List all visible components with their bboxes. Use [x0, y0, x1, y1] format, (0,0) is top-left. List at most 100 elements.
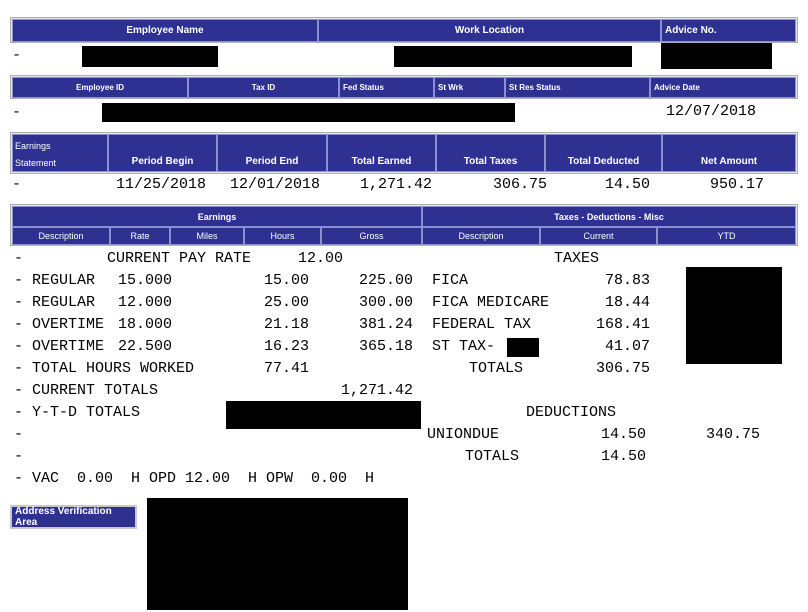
- section-earnings: Earnings: [12, 206, 422, 227]
- pay-rate-label: CURRENT PAY RATE: [107, 250, 252, 267]
- detail-dash: -: [14, 426, 24, 443]
- detail-dash: -: [14, 382, 24, 399]
- redacted-ytd-totals: [226, 401, 421, 429]
- statement-period-end: 12/01/2018: [230, 176, 321, 193]
- col-hours: Hours: [244, 227, 321, 245]
- earning-desc: REGULAR: [32, 272, 96, 289]
- earning-gross: 225.00: [358, 272, 413, 289]
- earning-rate: 22.500: [118, 338, 173, 355]
- deductions-heading: DEDUCTIONS: [526, 404, 617, 421]
- total-hours-label: TOTAL HOURS WORKED: [32, 360, 195, 377]
- earning-hours: 16.23: [263, 338, 309, 355]
- statement-total-taxes: 306.75: [492, 176, 547, 193]
- total-hours-value: 77.41: [263, 360, 309, 377]
- col-ytd: YTD: [657, 227, 796, 245]
- earning-desc: OVERTIME: [32, 338, 105, 355]
- col-net-amount: Net Amount: [662, 134, 796, 172]
- col-desc-right: Description: [422, 227, 540, 245]
- redacted-employee-id-row: [102, 103, 515, 122]
- col-period-begin: Period Begin: [108, 134, 217, 172]
- statement-total-earned: 1,271.42: [359, 176, 432, 193]
- tax-current: 18.44: [604, 294, 650, 311]
- deductions-totals-value: 14.50: [600, 448, 646, 465]
- statement-net-amount: 950.17: [709, 176, 764, 193]
- tax-current: 78.83: [604, 272, 650, 289]
- col-st-res-status: St Res Status: [505, 77, 650, 98]
- detail-dash: -: [14, 316, 24, 333]
- redacted-advice-no: [661, 43, 772, 69]
- net-amount-label: Net Amount: [700, 156, 758, 167]
- earning-hours: 25.00: [263, 294, 309, 311]
- deduction-current: 14.50: [600, 426, 646, 443]
- col-tax-id: Tax ID: [188, 77, 339, 98]
- detail-dash: -: [14, 250, 24, 267]
- deduction-desc: UNIONDUE: [427, 426, 500, 443]
- tax-current: 168.41: [595, 316, 650, 333]
- tax-desc: FEDERAL TAX: [432, 316, 532, 333]
- col-employee-name: Employee Name: [12, 19, 318, 42]
- detail-dash: -: [14, 470, 24, 487]
- tax-desc: FICA: [432, 272, 469, 289]
- earning-rate: 18.000: [118, 316, 173, 333]
- earning-desc: REGULAR: [32, 294, 96, 311]
- tax-desc: FICA MEDICARE: [432, 294, 550, 311]
- detail-dash: -: [14, 338, 24, 355]
- col-st-wrk: St Wrk: [434, 77, 505, 98]
- tax-desc: ST TAX-: [432, 338, 496, 355]
- earning-gross: 365.18: [358, 338, 413, 355]
- col-employee-id: Employee ID: [12, 77, 188, 98]
- earning-rate: 12.000: [118, 294, 173, 311]
- col-advice-date: Advice Date: [650, 77, 796, 98]
- col-earnings-statement: Earnings Statement: [12, 134, 108, 172]
- col-work-location: Work Location: [318, 19, 661, 42]
- total-taxes-label: Total Taxes: [463, 156, 518, 167]
- leave-balances: VAC 0.00 H OPD 12.00 H OPW 0.00 H: [32, 470, 375, 487]
- pay-rate-value: 12.00: [298, 250, 344, 267]
- redacted-employee-name: [82, 46, 218, 67]
- col-fed-status: Fed Status: [339, 77, 434, 98]
- redacted-address: [147, 498, 408, 610]
- col-current: Current: [540, 227, 657, 245]
- earning-rate: 15.000: [118, 272, 173, 289]
- row2-dash: -: [12, 104, 22, 121]
- total-earned-label: Total Earned: [351, 156, 412, 167]
- col-total-deducted: Total Deducted: [545, 134, 662, 172]
- tax-current: 41.07: [604, 338, 650, 355]
- detail-dash: -: [14, 272, 24, 289]
- col-total-earned: Total Earned: [327, 134, 436, 172]
- period-end-label: Period End: [245, 156, 299, 167]
- detail-dash: -: [14, 448, 24, 465]
- earnings-statement-line1: Earnings: [15, 141, 51, 151]
- detail-dash: -: [14, 404, 24, 421]
- section-taxes-deductions-misc: Taxes - Deductions - Misc: [422, 206, 796, 227]
- taxes-totals-label: TOTALS: [469, 360, 524, 377]
- col-advice-no: Advice No.: [661, 19, 796, 42]
- col-desc-left: Description: [12, 227, 110, 245]
- earnings-statement-line2: Statement: [15, 158, 57, 168]
- earning-hours: 15.00: [263, 272, 309, 289]
- redacted-work-location: [394, 46, 632, 67]
- total-deducted-label: Total Deducted: [567, 156, 640, 167]
- address-verification-button[interactable]: Address Verification Area: [10, 505, 137, 529]
- col-rate: Rate: [110, 227, 170, 245]
- earning-gross: 381.24: [358, 316, 413, 333]
- row1-dash: -: [12, 47, 22, 64]
- detail-dash: -: [14, 294, 24, 311]
- period-begin-label: Period Begin: [131, 156, 194, 167]
- col-period-end: Period End: [217, 134, 327, 172]
- col-total-taxes: Total Taxes: [436, 134, 545, 172]
- statement-total-deducted: 14.50: [604, 176, 650, 193]
- earning-hours: 21.18: [263, 316, 309, 333]
- detail-dash: -: [14, 360, 24, 377]
- col-miles: Miles: [170, 227, 244, 245]
- taxes-heading: TAXES: [554, 250, 600, 267]
- current-totals-value: 1,271.42: [340, 382, 413, 399]
- statement-dash: -: [12, 176, 22, 193]
- col-gross: Gross: [321, 227, 422, 245]
- redacted-ytd-taxes: [686, 267, 782, 364]
- earning-gross: 300.00: [358, 294, 413, 311]
- taxes-totals-value: 306.75: [595, 360, 650, 377]
- statement-period-begin: 11/25/2018: [116, 176, 207, 193]
- advice-date-value: 12/07/2018: [666, 103, 757, 120]
- deductions-totals-label: TOTALS: [465, 448, 520, 465]
